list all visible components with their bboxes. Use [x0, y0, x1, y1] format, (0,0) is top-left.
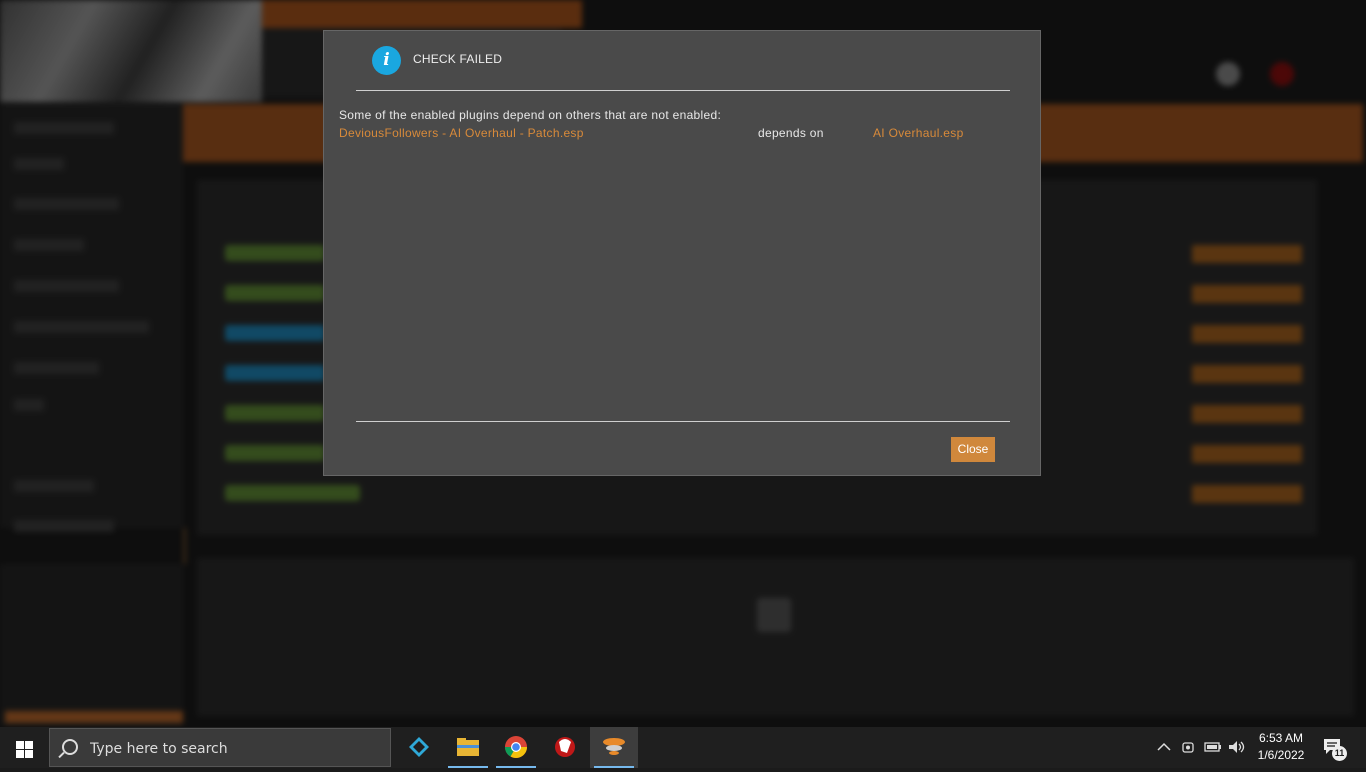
game-launcher-icon [555, 737, 575, 757]
clock-date: 1/6/2022 [1257, 748, 1305, 762]
taskbar-app-kodi[interactable] [395, 727, 443, 768]
required-plugin-name: AI Overhaul.esp [873, 126, 964, 140]
taskbar-search[interactable] [49, 728, 391, 767]
chevron-up-icon[interactable] [1156, 740, 1172, 754]
dialog-message: Some of the enabled plugins depend on ot… [339, 108, 722, 122]
taskbar: 6:53 AM 1/6/2022 11 [0, 727, 1366, 768]
kodi-icon [409, 737, 429, 757]
close-button[interactable]: Close [951, 437, 995, 462]
notification-count-badge: 11 [1332, 746, 1347, 761]
chrome-icon [505, 736, 527, 758]
volume-icon[interactable] [1227, 739, 1247, 755]
clock-time: 6:53 AM [1258, 731, 1304, 745]
search-icon [62, 739, 78, 755]
meet-now-icon[interactable] [1180, 739, 1196, 755]
dialog-title: CHECK FAILED [413, 52, 503, 66]
dependency-row: DeviousFollowers - AI Overhaul - Patch.e… [339, 126, 1029, 142]
taskbar-app-chrome[interactable] [492, 727, 540, 768]
taskbar-app-game[interactable] [541, 727, 589, 768]
taskbar-app-file-explorer[interactable] [444, 727, 492, 768]
info-icon: i [372, 46, 401, 75]
taskbar-app-vortex[interactable] [590, 727, 638, 768]
folder-icon [457, 738, 479, 756]
action-center-button[interactable]: 11 [1322, 737, 1348, 761]
system-clock[interactable]: 6:53 AM 1/6/2022 [1252, 730, 1310, 764]
check-failed-dialog: i CHECK FAILED Some of the enabled plugi… [323, 30, 1041, 476]
footer-divider [356, 421, 1010, 422]
dependency-relation: depends on [758, 126, 824, 140]
header-divider [356, 90, 1010, 91]
search-input[interactable] [88, 738, 382, 760]
windows-start-button[interactable] [0, 727, 48, 768]
vortex-icon [603, 738, 625, 755]
dependent-plugin-name: DeviousFollowers - AI Overhaul - Patch.e… [339, 126, 584, 140]
battery-icon[interactable] [1203, 739, 1223, 755]
